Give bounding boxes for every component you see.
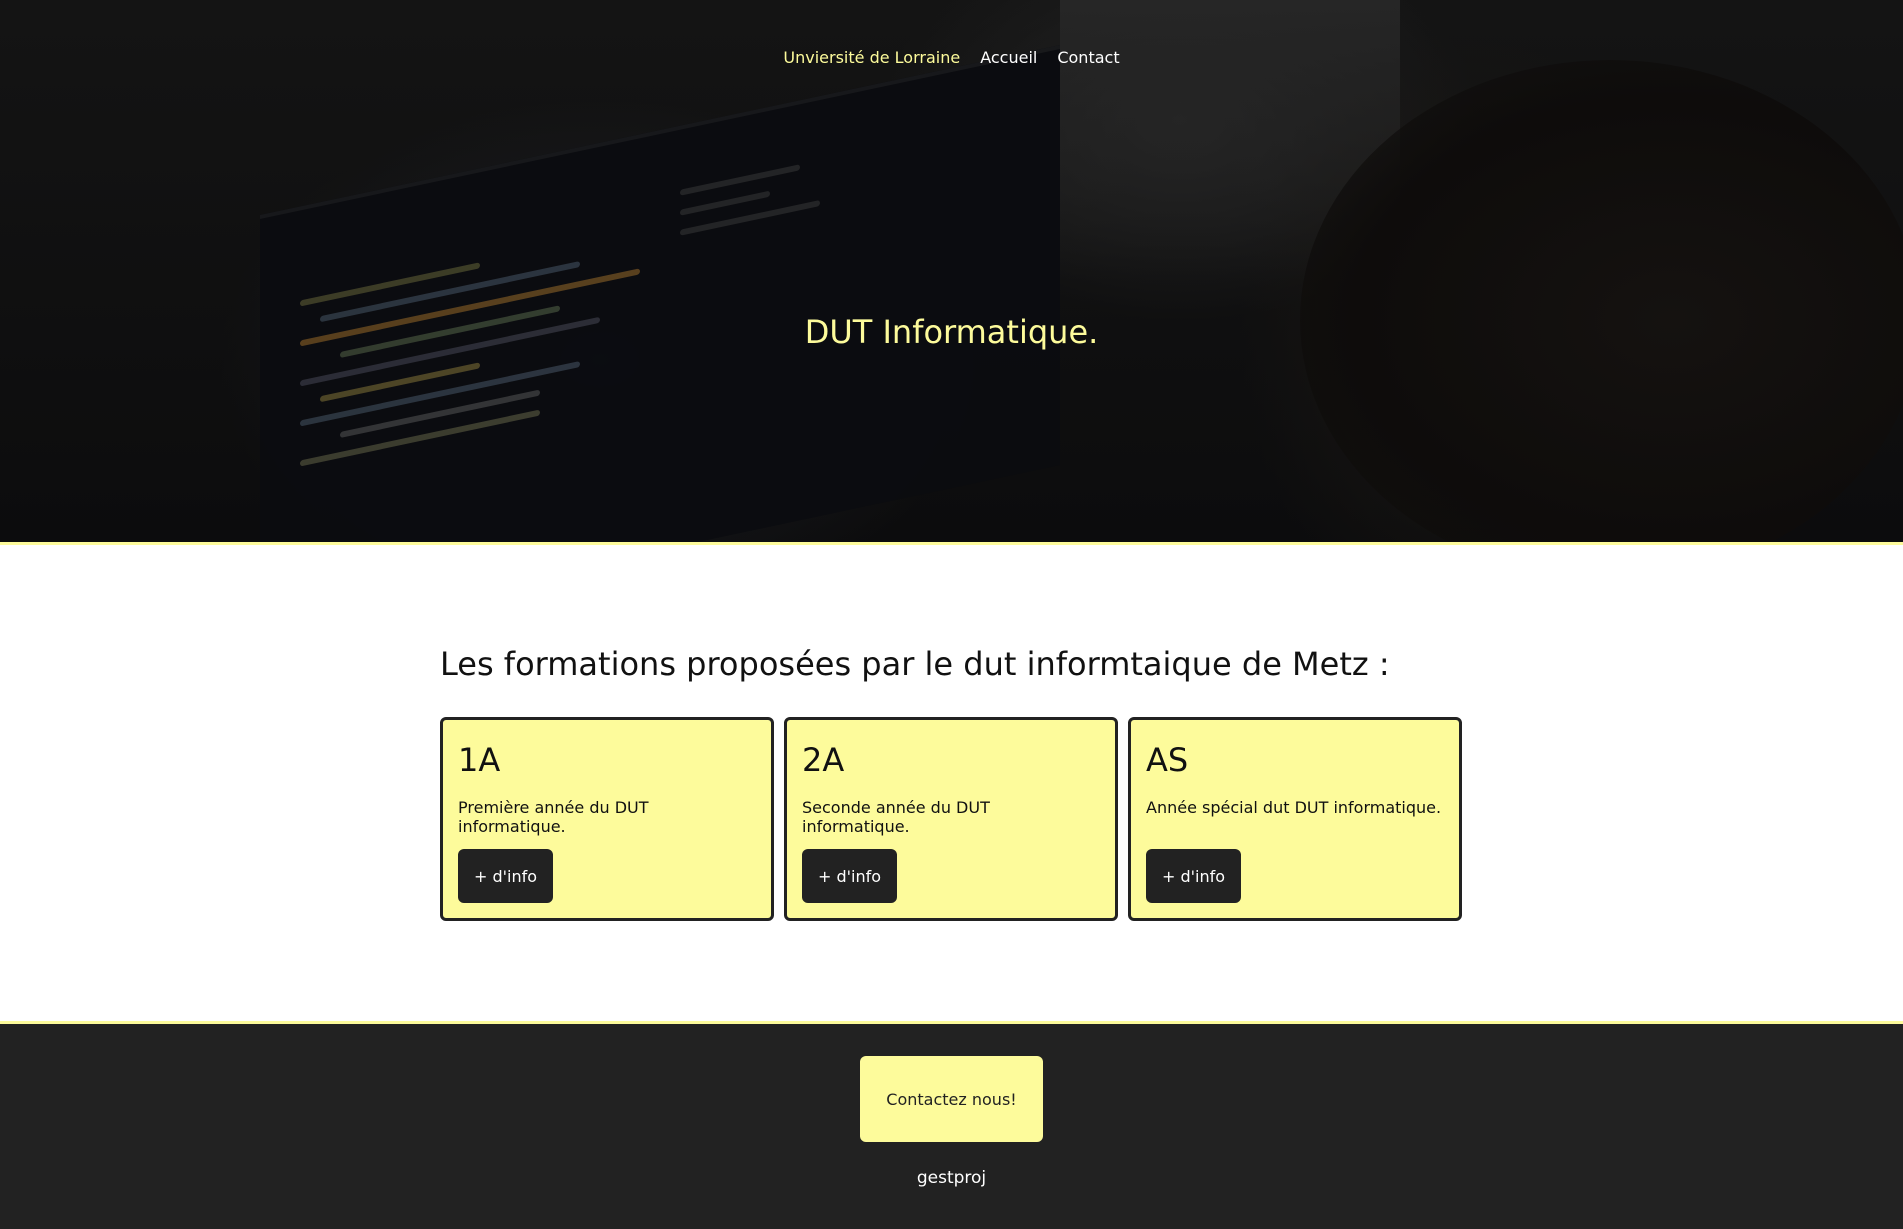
formation-cards: 1A Première année du DUT informatique. +…: [440, 717, 1462, 921]
section-heading: Les formations proposées par le dut info…: [440, 645, 1390, 683]
hero-background-image: [0, 0, 1903, 542]
more-info-button-as[interactable]: + d'info: [1146, 849, 1242, 903]
card-title: AS: [1146, 741, 1189, 779]
nav-link-accueil[interactable]: Accueil: [980, 48, 1037, 67]
hero-section: Unviersité de Lorraine Accueil Contact D…: [0, 0, 1903, 545]
nav-brand-link[interactable]: Unviersité de Lorraine: [783, 48, 960, 67]
top-navigation: Unviersité de Lorraine Accueil Contact: [0, 48, 1903, 67]
monitor-image: [260, 44, 1060, 542]
card-description: Année spécial dut DUT informatique.: [1146, 798, 1442, 817]
hero-title: DUT Informatique.: [804, 313, 1099, 351]
card-description: Seconde année du DUT informatique.: [802, 798, 990, 836]
more-info-button-2a[interactable]: + d'info: [802, 849, 898, 903]
card-description: Première année du DUT informatique.: [458, 798, 649, 836]
contact-us-button[interactable]: Contactez nous!: [860, 1056, 1043, 1142]
footer-text: gestproj: [916, 1168, 987, 1188]
formation-card-as: AS Année spécial dut DUT informatique. +…: [1128, 717, 1462, 921]
card-title: 1A: [458, 741, 501, 779]
formations-section: Les formations proposées par le dut info…: [0, 545, 1903, 1021]
more-info-button-1a[interactable]: + d'info: [458, 849, 554, 903]
card-title: 2A: [802, 741, 845, 779]
formation-card-1a: 1A Première année du DUT informatique. +…: [440, 717, 774, 921]
footer: Contactez nous! gestproj: [0, 1021, 1903, 1229]
formation-card-2a: 2A Seconde année du DUT informatique. + …: [784, 717, 1118, 921]
nav-link-contact[interactable]: Contact: [1057, 48, 1119, 67]
